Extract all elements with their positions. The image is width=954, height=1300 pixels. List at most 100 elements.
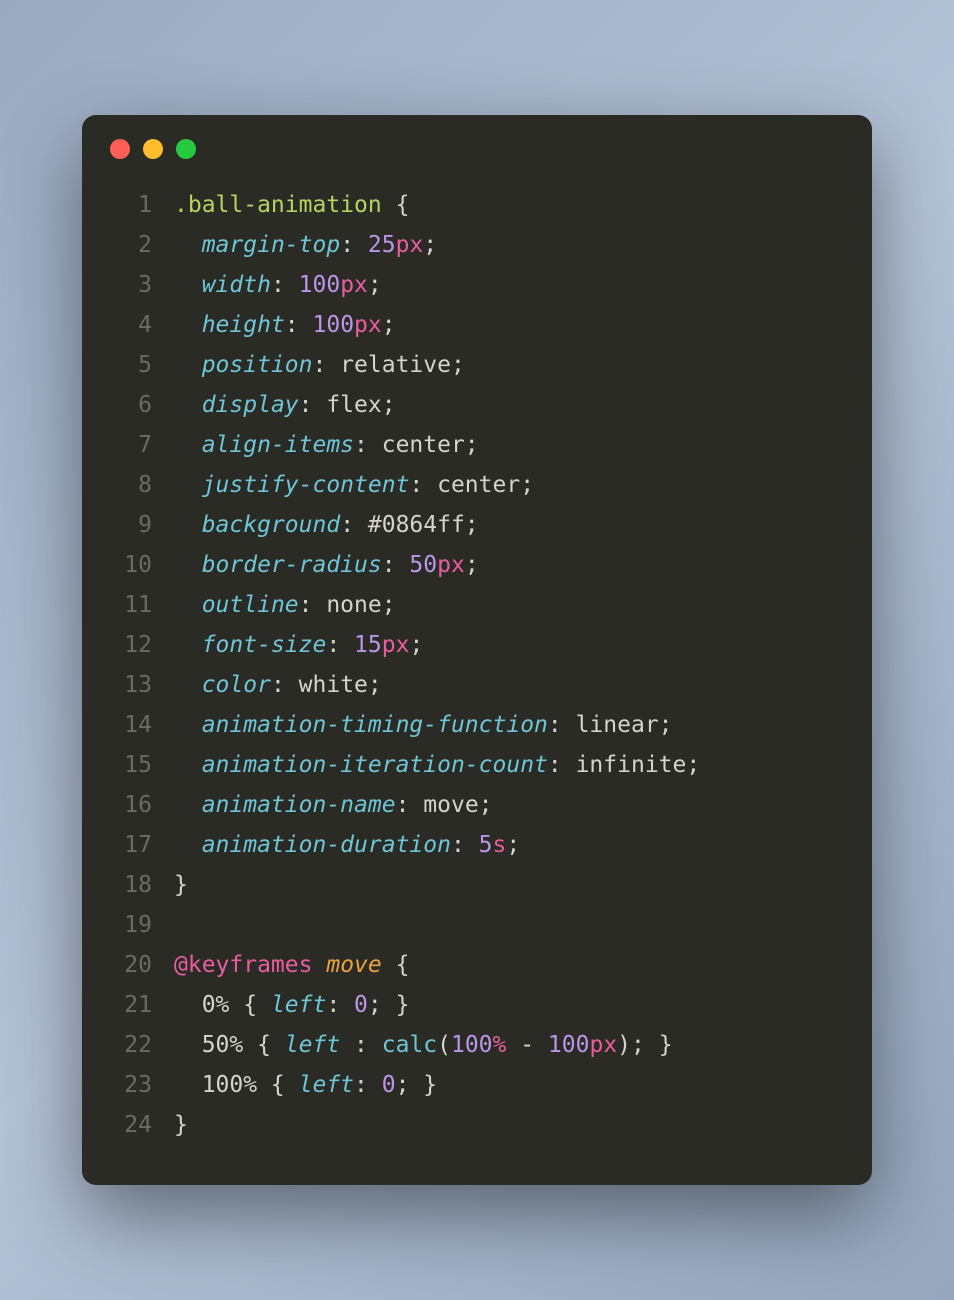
code-text: animation-timing-function: linear; [174, 705, 673, 745]
line-number: 4 [102, 305, 152, 345]
code-content[interactable]: 1.ball-animation {2 margin-top: 25px;3 w… [82, 169, 872, 1185]
token-number: 100 [548, 1032, 590, 1058]
token-punct: ; [368, 272, 382, 298]
token-punct: : [326, 992, 354, 1018]
token-unit: px [437, 552, 465, 578]
line-number: 6 [102, 385, 152, 425]
minimize-icon[interactable] [143, 139, 163, 159]
code-text: color: white; [174, 665, 382, 705]
code-text: font-size: 15px; [174, 625, 423, 665]
token-punct: : [354, 1072, 382, 1098]
token-unit: px [396, 232, 424, 258]
token-unit: px [340, 272, 368, 298]
token-property: animation-name [202, 792, 396, 818]
token-unit: px [382, 632, 410, 658]
code-text: outline: none; [174, 585, 396, 625]
token-punct [174, 792, 202, 818]
line-number: 22 [102, 1025, 152, 1065]
line-number: 1 [102, 185, 152, 225]
token-punct: : [451, 832, 479, 858]
token-punct: ); } [617, 1032, 672, 1058]
code-text: .ball-animation { [174, 185, 409, 225]
token-punct: ; } [368, 992, 410, 1018]
line-number: 15 [102, 745, 152, 785]
token-property: position [202, 352, 313, 378]
code-line: 24} [102, 1105, 844, 1145]
code-text: } [174, 865, 188, 905]
code-text: display: flex; [174, 385, 396, 425]
code-line: 1 .ball-animation { [102, 185, 844, 225]
line-number: 12 [102, 625, 152, 665]
token-punct: } [174, 1112, 188, 1138]
token-punct [174, 392, 202, 418]
token-punct [174, 632, 202, 658]
code-line: 8 justify-content: center; [102, 465, 844, 505]
token-punct: : [340, 1032, 382, 1058]
code-text: position: relative; [174, 345, 465, 385]
close-icon[interactable] [110, 139, 130, 159]
token-punct [174, 672, 202, 698]
token-punct: 0% { [174, 992, 271, 1018]
code-line: 6 display: flex; [102, 385, 844, 425]
token-punct: : move; [396, 792, 493, 818]
code-text: animation-name: move; [174, 785, 493, 825]
maximize-icon[interactable] [176, 139, 196, 159]
token-selector: .ball-animation [174, 192, 396, 218]
token-punct: : [271, 272, 299, 298]
token-number: 100 [313, 312, 355, 338]
token-property: width [202, 272, 271, 298]
token-punct: : none; [299, 592, 396, 618]
token-punct: - [506, 1032, 548, 1058]
token-number: 15 [354, 632, 382, 658]
code-text: 100% { left: 0; } [174, 1065, 437, 1105]
token-punct [174, 472, 202, 498]
token-punct [174, 752, 202, 778]
token-number: 5 [479, 832, 493, 858]
token-punct: : center; [354, 432, 479, 458]
token-punct [174, 232, 202, 258]
token-punct: : center; [409, 472, 534, 498]
line-number: 5 [102, 345, 152, 385]
code-line: 5 position: relative; [102, 345, 844, 385]
code-line: 13 color: white; [102, 665, 844, 705]
code-line: 12 font-size: 15px; [102, 625, 844, 665]
token-punct: ; [409, 632, 423, 658]
code-text: margin-top: 25px; [174, 225, 437, 265]
token-keyword: @keyframes [174, 952, 312, 978]
code-text: @keyframes move { [174, 945, 409, 985]
code-line: 18} [102, 865, 844, 905]
token-name-ital: move [326, 952, 381, 978]
line-number: 2 [102, 225, 152, 265]
token-punct: { [396, 192, 410, 218]
line-number: 11 [102, 585, 152, 625]
code-line: 22 50% { left : calc(100% - 100px); } [102, 1025, 844, 1065]
token-punct: : [285, 312, 313, 338]
token-punct: 50% { [174, 1032, 285, 1058]
code-text: } [174, 1105, 188, 1145]
token-property: color [202, 672, 271, 698]
line-number: 17 [102, 825, 152, 865]
code-line: 21 0% { left: 0; } [102, 985, 844, 1025]
token-property: font-size [202, 632, 327, 658]
token-punct [174, 512, 202, 538]
code-line: 14 animation-timing-function: linear; [102, 705, 844, 745]
token-punct: : #0864ff; [340, 512, 478, 538]
token-property: border-radius [202, 552, 382, 578]
line-number: 20 [102, 945, 152, 985]
token-punct: : flex; [299, 392, 396, 418]
window-titlebar [82, 115, 872, 169]
token-unit: px [589, 1032, 617, 1058]
token-punct: : [326, 632, 354, 658]
token-number: 0 [354, 992, 368, 1018]
token-punct: ; } [396, 1072, 438, 1098]
code-line: 7 align-items: center; [102, 425, 844, 465]
token-property: height [202, 312, 285, 338]
token-unit: s [493, 832, 507, 858]
token-punct: : infinite; [548, 752, 700, 778]
token-punct: : [382, 552, 410, 578]
token-punct: ; [382, 312, 396, 338]
token-property: left [285, 1032, 340, 1058]
token-number: 50 [409, 552, 437, 578]
token-unit: % [493, 1032, 507, 1058]
token-punct: ( [437, 1032, 451, 1058]
